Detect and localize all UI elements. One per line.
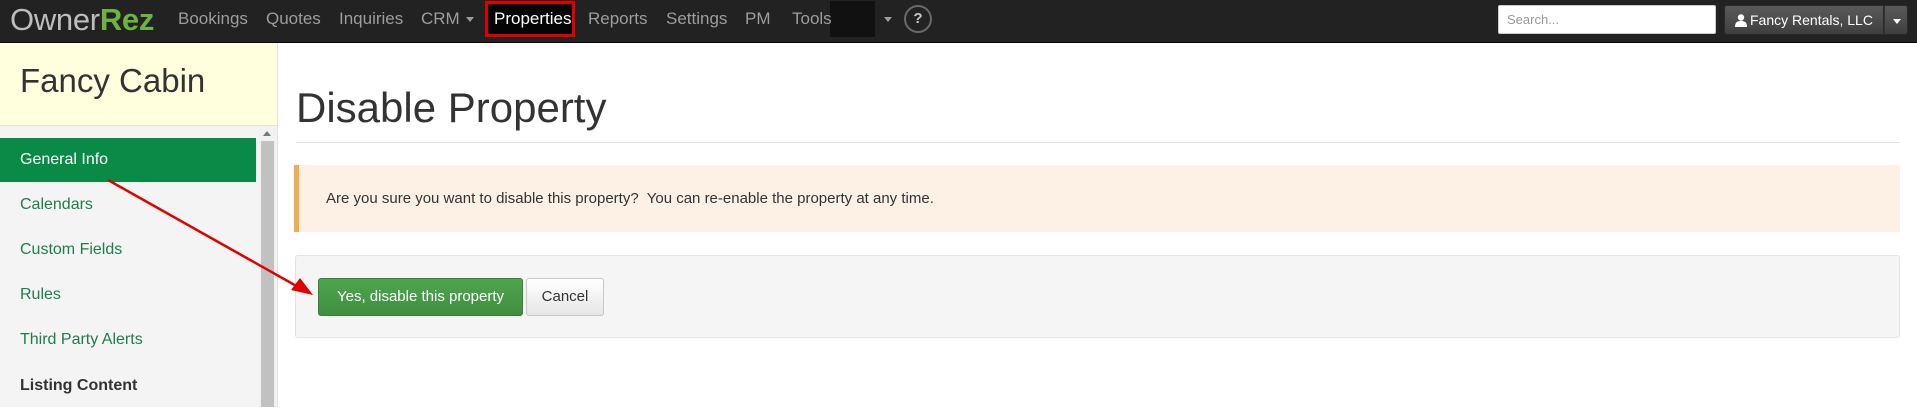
user-icon: [1735, 14, 1747, 27]
sidebar-item-calendars[interactable]: Calendars: [0, 183, 256, 227]
warning-alert: Are you sure you want to disable this pr…: [294, 165, 1900, 232]
chevron-down-icon: [465, 17, 474, 23]
sidebar-item-rules[interactable]: Rules: [0, 273, 256, 317]
top-navbar: OwnerRez Bookings Quotes Inquiries CRM P…: [0, 0, 1917, 43]
nav-quotes[interactable]: Quotes: [266, 0, 321, 43]
account-button[interactable]: Fancy Rentals, LLC: [1724, 5, 1884, 35]
confirm-disable-button[interactable]: Yes, disable this property: [318, 278, 523, 316]
nav-crm[interactable]: CRM: [421, 0, 474, 43]
nav-reports[interactable]: Reports: [588, 0, 648, 43]
nav-properties[interactable]: Properties: [494, 0, 571, 43]
sidebar-section-listing-content: Listing Content: [20, 377, 138, 394]
sidebar-item-general-info[interactable]: General Info: [0, 138, 256, 182]
title-divider: [296, 142, 1900, 143]
property-name: Fancy Cabin: [20, 62, 206, 99]
nav-settings[interactable]: Settings: [666, 0, 727, 43]
cancel-button[interactable]: Cancel: [526, 278, 604, 316]
chevron-down-icon: [1893, 19, 1901, 24]
nav-tools-label: Tools: [792, 9, 832, 28]
alert-message: Are you sure you want to disable this pr…: [326, 190, 934, 207]
nav-tools[interactable]: Tools: [792, 0, 892, 43]
sidebar-item-custom-fields[interactable]: Custom Fields: [0, 228, 256, 272]
scroll-up-arrow-icon[interactable]: [263, 131, 271, 136]
account-name: Fancy Rentals, LLC: [1750, 12, 1873, 28]
ownerrez-logo[interactable]: OwnerRez: [10, 2, 154, 38]
sidebar-scrollbar[interactable]: [259, 127, 276, 407]
help-button[interactable]: ?: [904, 5, 932, 33]
property-sidebar: Fancy Cabin General Info Calendars Custo…: [0, 43, 278, 407]
nav-pm[interactable]: PM: [745, 0, 771, 43]
chevron-down-icon: [883, 17, 892, 23]
nav-crm-label: CRM: [421, 9, 460, 28]
property-header: Fancy Cabin: [0, 43, 277, 126]
sidebar-item-third-party-alerts[interactable]: Third Party Alerts: [0, 318, 256, 362]
logo-owner-text: Owner: [10, 2, 100, 37]
logo-rez-text: Rez: [99, 2, 155, 37]
account-dropdown-toggle[interactable]: [1884, 5, 1908, 35]
nav-inquiries[interactable]: Inquiries: [339, 0, 403, 43]
search-input[interactable]: [1498, 5, 1716, 34]
page-title: Disable Property: [296, 84, 607, 131]
scrollbar-thumb[interactable]: [261, 141, 274, 407]
nav-bookings[interactable]: Bookings: [178, 0, 248, 43]
